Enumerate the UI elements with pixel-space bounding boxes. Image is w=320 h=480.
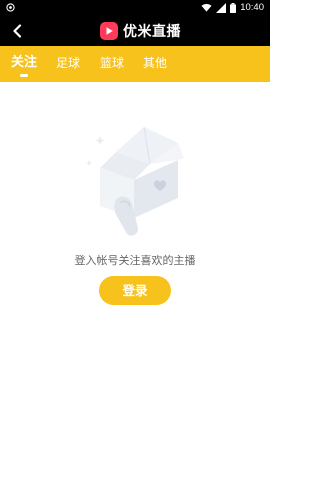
tab-label: 足球 xyxy=(55,56,80,70)
tab-other[interactable]: 其他 xyxy=(135,46,175,82)
empty-state-message: 登入帐号关注喜欢的主播 xyxy=(74,254,196,267)
tab-label: 篮球 xyxy=(99,56,124,70)
login-button[interactable]: 登录 xyxy=(99,276,171,305)
tab-bar: 关注 足球 篮球 其他 xyxy=(0,46,270,82)
app-title: 优米直播 xyxy=(123,24,181,40)
chevron-left-icon xyxy=(13,24,22,38)
app-bar: 优米直播 xyxy=(0,16,270,46)
tab-football[interactable]: 足球 xyxy=(48,46,88,82)
tab-active-indicator xyxy=(20,74,28,77)
tab-label: 关注 xyxy=(10,55,37,70)
tab-basketball[interactable]: 篮球 xyxy=(92,46,132,82)
app-brand: 优米直播 xyxy=(100,20,181,42)
battery-icon xyxy=(230,2,237,13)
status-bar: 10:40 xyxy=(0,0,270,16)
play-logo-icon xyxy=(100,22,118,40)
notification-icon xyxy=(6,3,15,12)
wifi-icon xyxy=(201,3,212,12)
empty-box-icon xyxy=(86,126,184,236)
back-button[interactable] xyxy=(6,20,28,42)
signal-icon xyxy=(216,2,227,13)
tab-label: 其他 xyxy=(142,56,167,70)
status-icons: 10:40 xyxy=(201,2,264,13)
status-time: 10:40 xyxy=(240,2,264,13)
tab-follow[interactable]: 关注 xyxy=(4,46,44,82)
